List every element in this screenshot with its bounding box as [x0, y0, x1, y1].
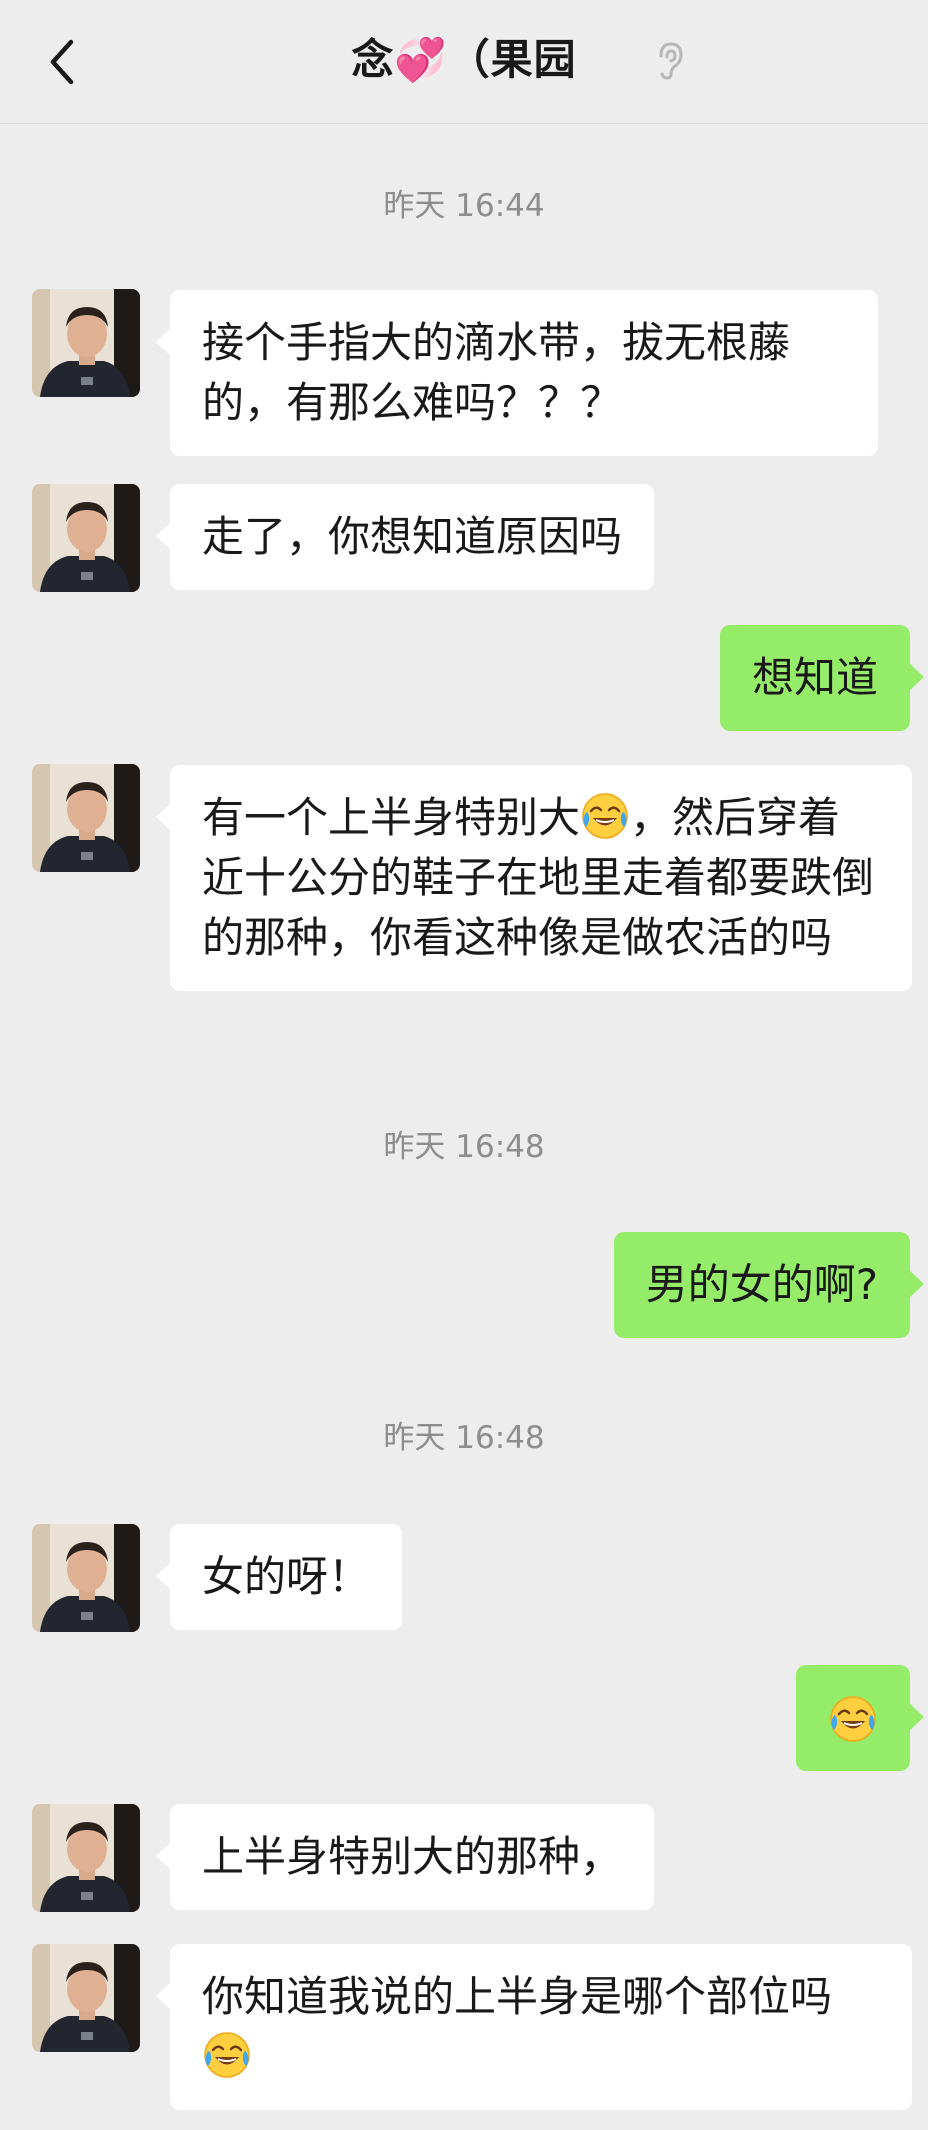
avatar[interactable]	[32, 764, 140, 872]
message-text: 有一个上半身特别大	[202, 793, 581, 842]
timestamp: 昨天 16:48	[383, 1129, 545, 1165]
message-text: 你知道我说的上半身是哪个部位吗	[202, 1972, 833, 2021]
message-bubble[interactable]: 有一个上半身特别大 ，然后穿着近十公分的鞋子在地里走着都要跌倒的那种，你看这种像是…	[156, 765, 912, 991]
message-bubble[interactable]: 接个手指大的滴水带，拔无根藤的，有那么难吗？？？	[156, 290, 878, 456]
message-text: 男的女的啊?	[645, 1260, 878, 1309]
laughing-crying-emoji-icon	[580, 791, 630, 841]
avatar[interactable]	[32, 1804, 140, 1912]
message-text: 接个手指大的滴水带，拔无根藤的，有那么难吗？？？	[202, 318, 791, 427]
timestamp: 昨天 16:48	[383, 1420, 545, 1456]
message-bubble[interactable]	[796, 1665, 924, 1771]
chat-title: 念💞（果园	[351, 35, 577, 84]
message-bubble[interactable]: 你知道我说的上半身是哪个部位吗	[156, 1944, 912, 2110]
avatar[interactable]	[32, 1524, 140, 1632]
message-text: 想知道	[751, 653, 878, 702]
message-bubble[interactable]: 男的女的啊?	[613, 1232, 925, 1338]
message-bubble[interactable]: 上半身特别大的那种，	[155, 1804, 655, 1910]
avatar[interactable]	[32, 1944, 140, 2052]
chat-header: 念💞（果园	[0, 0, 928, 124]
message-text: 走了，你想知道原因吗	[202, 512, 623, 561]
message-text: 上半身特别大的那种，	[202, 1832, 623, 1881]
message-bubble[interactable]: 想知道	[719, 625, 925, 731]
earpiece-mode-icon[interactable]	[652, 38, 688, 82]
message-bubble[interactable]: 走了，你想知道原因吗	[155, 484, 655, 590]
avatar[interactable]	[32, 289, 140, 397]
avatar[interactable]	[32, 484, 140, 592]
timestamp: 昨天 16:44	[383, 188, 545, 224]
laughing-crying-emoji-icon	[202, 2030, 252, 2080]
message-bubble[interactable]: 女的呀！	[155, 1524, 403, 1630]
laughing-crying-emoji-icon	[828, 1694, 878, 1744]
message-text: 女的呀！	[202, 1552, 371, 1601]
